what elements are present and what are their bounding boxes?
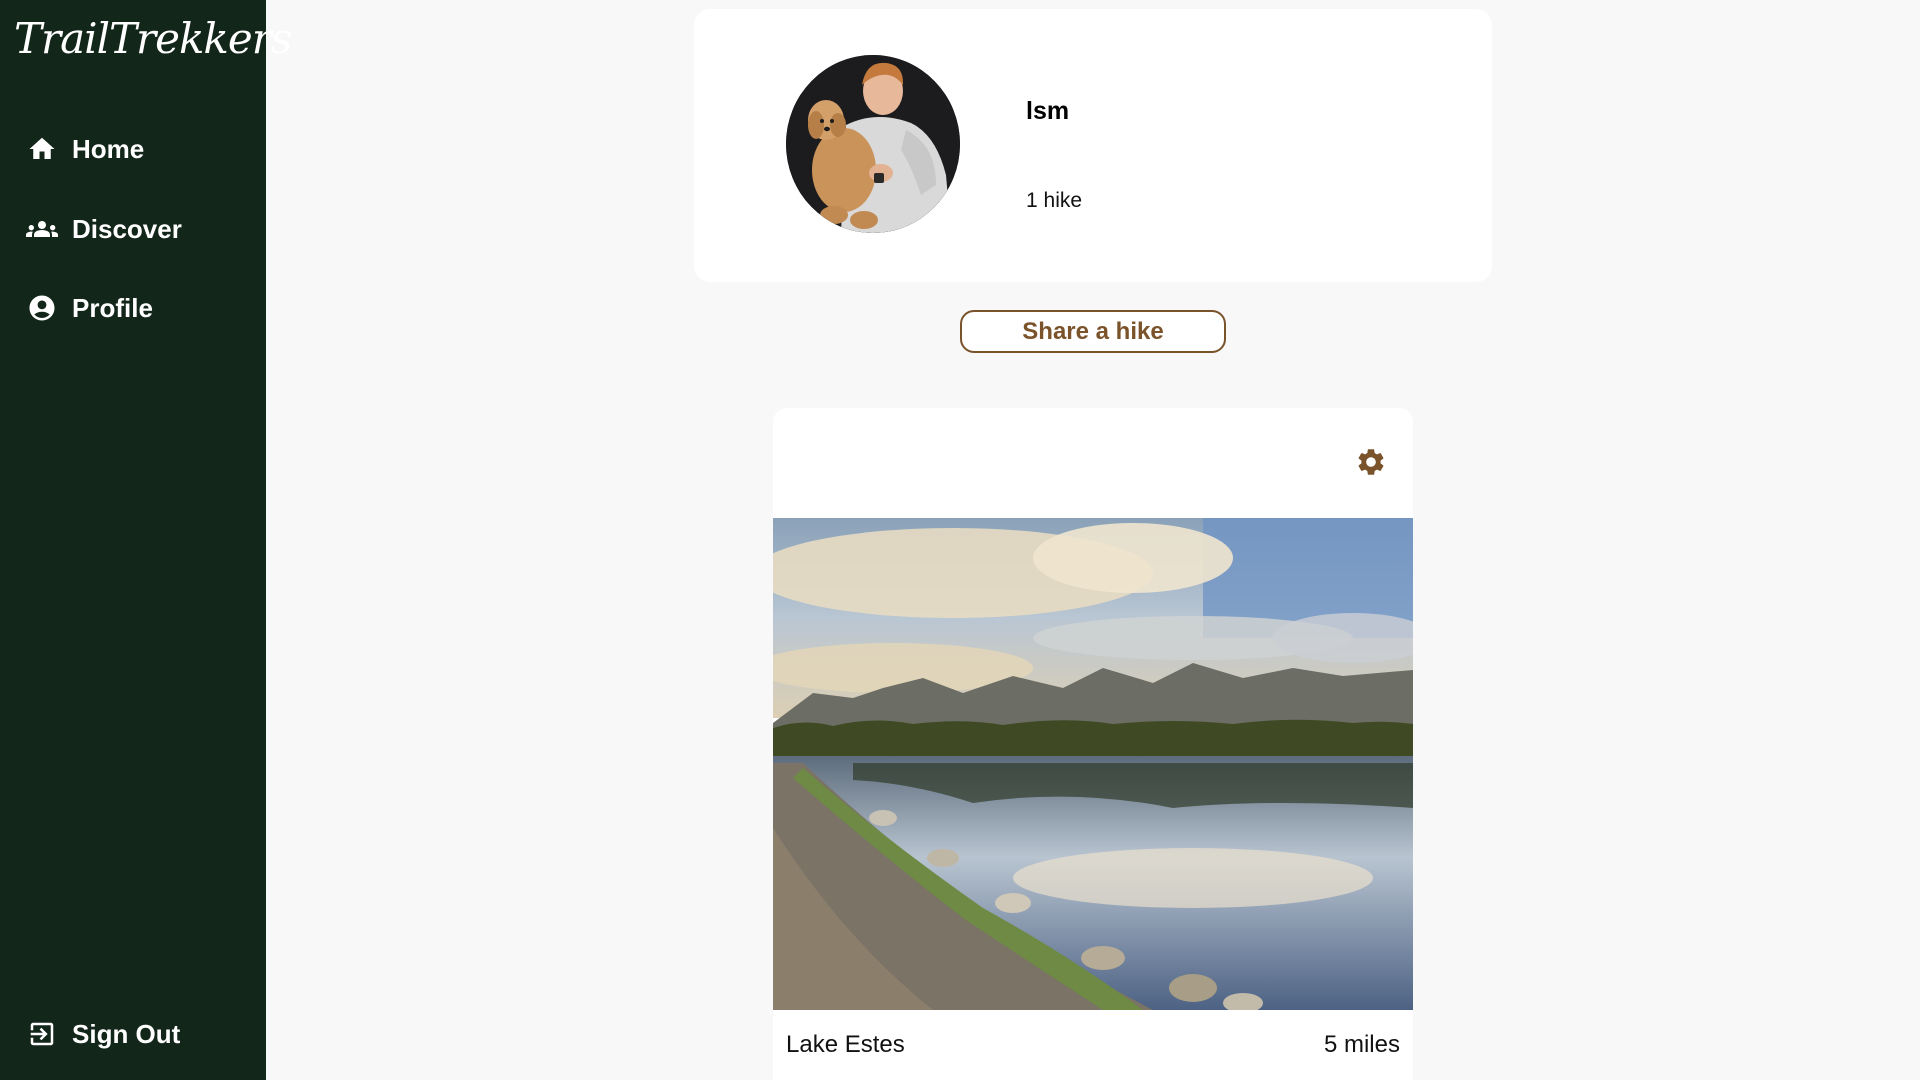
profile-hike-count: 1 hike bbox=[1026, 189, 1083, 212]
sign-out-label: Sign Out bbox=[72, 1018, 181, 1049]
people-icon bbox=[26, 213, 58, 245]
hike-photo[interactable] bbox=[773, 518, 1413, 1010]
sidebar-item-home[interactable]: Home bbox=[26, 127, 144, 171]
sidebar-item-label: Profile bbox=[72, 292, 153, 323]
sidebar-item-discover[interactable]: Discover bbox=[26, 207, 182, 251]
profile-card: lsm 1 hike bbox=[694, 9, 1492, 282]
sidebar-item-label: Discover bbox=[72, 213, 182, 244]
app-logo[interactable]: TrailTrekkers bbox=[14, 14, 292, 63]
hike-name: Lake Estes bbox=[786, 1031, 905, 1058]
profile-username: lsm bbox=[1026, 97, 1070, 125]
sidebar: TrailTrekkers Home Discover Profile Sign… bbox=[0, 0, 292, 1080]
hike-card: Lake Estes 5 miles bbox=[773, 408, 1413, 1080]
share-hike-button[interactable]: Share a hike bbox=[960, 310, 1226, 353]
home-icon bbox=[26, 133, 58, 165]
account-circle-icon bbox=[26, 292, 58, 324]
gear-icon[interactable] bbox=[1355, 446, 1387, 478]
logout-icon bbox=[26, 1018, 58, 1050]
sign-out-button[interactable]: Sign Out bbox=[26, 1012, 180, 1056]
sidebar-item-label: Home bbox=[72, 133, 145, 164]
avatar bbox=[786, 55, 960, 233]
hike-distance: 5 miles bbox=[1323, 1031, 1400, 1058]
sidebar-item-profile[interactable]: Profile bbox=[26, 286, 153, 330]
